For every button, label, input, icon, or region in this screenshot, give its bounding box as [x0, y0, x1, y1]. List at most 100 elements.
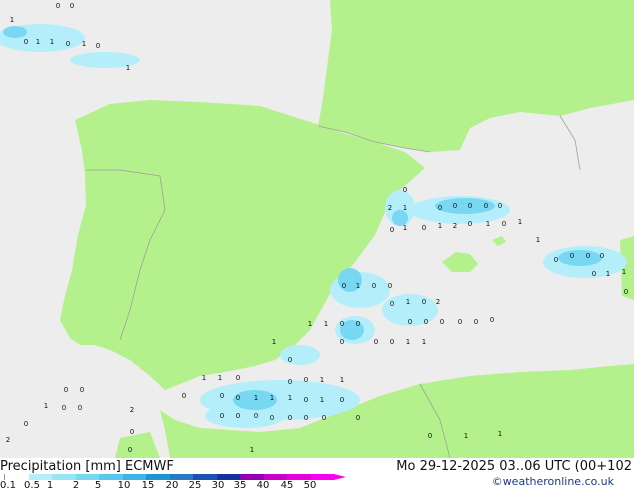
precip-value: 0: [428, 432, 432, 440]
precip-value: 0: [322, 414, 326, 422]
precip-value: 1: [270, 394, 274, 402]
precip-value: 0: [474, 318, 478, 326]
precip-value: 0: [340, 320, 344, 328]
precip-value: 1: [356, 282, 360, 290]
precip-value: 1: [82, 40, 86, 48]
precip-value: 1: [486, 220, 490, 228]
precip-value: 0: [408, 318, 412, 326]
precip-value: 0: [66, 40, 70, 48]
precip-value: 1: [403, 204, 407, 212]
credit-link[interactable]: ©weatheronline.co.uk: [492, 475, 614, 488]
precip-value: 0: [600, 252, 604, 260]
precip-value: 1: [622, 268, 626, 276]
precip-value: 0: [356, 320, 360, 328]
precip-value: 0: [270, 414, 274, 422]
precip-value: 1: [218, 374, 222, 382]
land-iberia: [60, 100, 425, 390]
precip-value: 0: [288, 414, 292, 422]
precip-value: 0: [468, 202, 472, 210]
border-france-east: [559, 115, 581, 171]
rain-area-core: [558, 250, 602, 266]
legend-arrow: [334, 474, 346, 480]
precip-value: 0: [490, 316, 494, 324]
precip-value: 0: [96, 42, 100, 50]
precip-value: 0: [440, 318, 444, 326]
precip-value: 1: [406, 298, 410, 306]
precip-value: 0: [220, 392, 224, 400]
precip-value: 1: [36, 38, 40, 46]
precip-value: 0: [24, 38, 28, 46]
precip-value: 2: [388, 204, 392, 212]
precip-value: 2: [436, 298, 440, 306]
precip-value: 0: [372, 282, 376, 290]
precip-value: 1: [254, 394, 258, 402]
precip-value: 1: [320, 396, 324, 404]
precip-value: 0: [254, 412, 258, 420]
precip-value: 1: [403, 224, 407, 232]
precip-value: 0: [453, 202, 457, 210]
precip-value: 1: [50, 38, 54, 46]
precip-value: 1: [308, 320, 312, 328]
map-title: Precipitation [mm] ECMWF: [0, 459, 174, 474]
precip-value: 1: [202, 374, 206, 382]
precip-value: 0: [554, 256, 558, 264]
precip-value: 1: [288, 394, 292, 402]
precip-value: 0: [502, 220, 506, 228]
precip-value: 1: [606, 270, 610, 278]
precip-value: 2: [453, 222, 457, 230]
footer: Precipitation [mm] ECMWF Mo 29-12-2025 0…: [0, 458, 634, 491]
precip-value: 1: [44, 402, 48, 410]
precip-value: 0: [78, 404, 82, 412]
precip-value: 0: [424, 318, 428, 326]
precip-value: 0: [498, 202, 502, 210]
precip-value: 1: [320, 376, 324, 384]
precip-value: 0: [304, 396, 308, 404]
precip-value: 0: [288, 356, 292, 364]
precip-value: 0: [128, 446, 132, 454]
precip-value: 0: [388, 282, 392, 290]
precip-value: 0: [403, 186, 407, 194]
precip-value: 0: [340, 338, 344, 346]
precip-value: 0: [390, 338, 394, 346]
precip-value: 0: [458, 318, 462, 326]
precip-value: 0: [288, 378, 292, 386]
precip-value: 1: [406, 338, 410, 346]
precip-value: 0: [342, 282, 346, 290]
precip-value: 1: [340, 376, 344, 384]
precip-value: 0: [624, 288, 628, 296]
precip-value: 1: [438, 222, 442, 230]
precip-value: 0: [340, 396, 344, 404]
precip-value: 0: [236, 374, 240, 382]
precip-value: 0: [422, 224, 426, 232]
land-mallorca: [442, 252, 478, 272]
precip-value: 0: [374, 338, 378, 346]
precip-value: 0: [62, 404, 66, 412]
rain-area: [280, 345, 320, 365]
precip-value: 0: [304, 414, 308, 422]
precip-value: 1: [250, 446, 254, 454]
precip-value: 1: [518, 218, 522, 226]
precip-value: 0: [592, 270, 596, 278]
precip-value: 0: [24, 420, 28, 428]
precip-value: 0: [422, 298, 426, 306]
precip-value: 0: [236, 412, 240, 420]
precip-value: 1: [498, 430, 502, 438]
precip-value: 0: [64, 386, 68, 394]
precip-value: 0: [390, 226, 394, 234]
precip-value: 0: [586, 252, 590, 260]
precip-value: 0: [438, 204, 442, 212]
precipitation-map[interactable]: 1 0 0 0 1 1 0 1 0 1 2 1 0 0 0 0 0 0 0 1 0 1 2 0 1 0 1 1 0 0 0 0 0 1 1 0 0 1 0 0…: [0, 0, 634, 458]
precip-value: 1: [536, 236, 540, 244]
precip-value: 1: [422, 338, 426, 346]
precip-value: 2: [6, 436, 10, 444]
map-canvas: 1 0 0 0 1 1 0 1 0 1 2 1 0 0 0 0 0 0 0 1 0 1 2 0 1 0 1 1 0 0 0 0 0 1 1 0 0 1 0 0…: [0, 0, 634, 458]
precip-value: 0: [484, 202, 488, 210]
precip-value: 0: [130, 428, 134, 436]
precip-value: 2: [130, 406, 134, 414]
land-menorca: [492, 236, 506, 246]
precip-value: 0: [236, 394, 240, 402]
precip-value: 0: [390, 300, 394, 308]
precip-value: 1: [464, 432, 468, 440]
precip-value: 1: [126, 64, 130, 72]
precip-value: 1: [324, 320, 328, 328]
